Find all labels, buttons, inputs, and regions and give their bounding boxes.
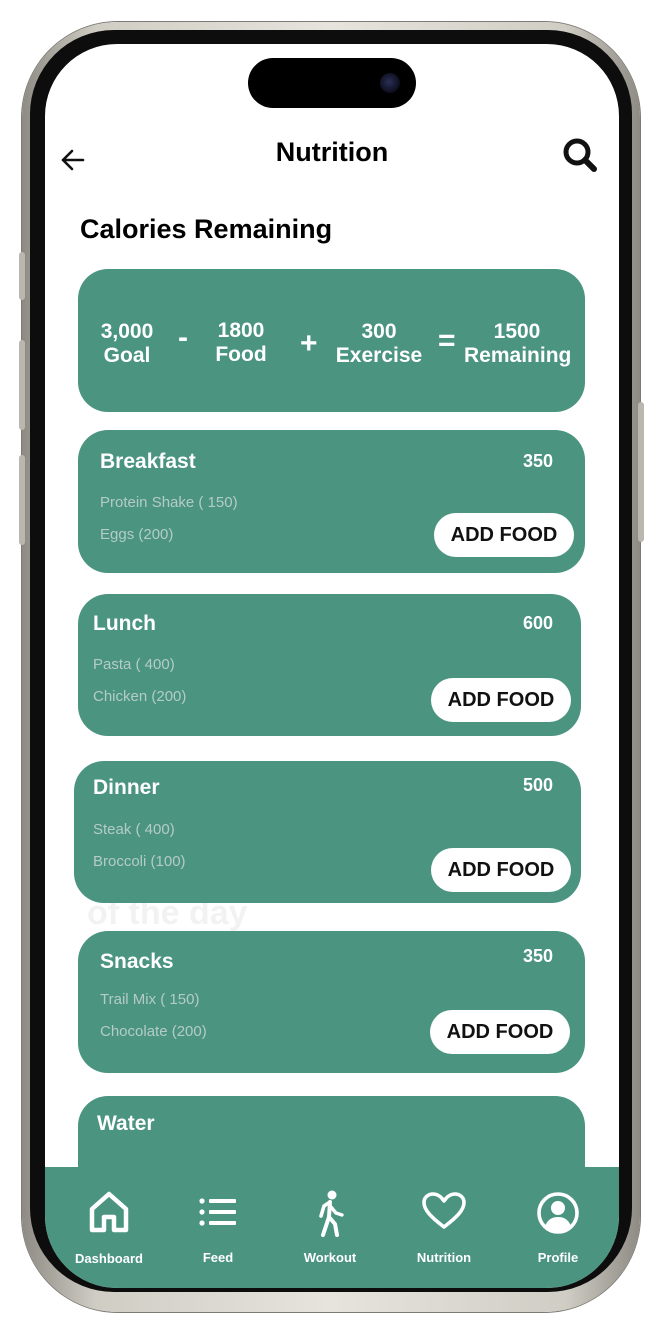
nav-label: Workout: [303, 1250, 357, 1265]
page-title: Nutrition: [275, 137, 389, 167]
meal-item: Pasta ( 400): [93, 656, 175, 673]
meal-item: Trail Mix ( 150): [100, 991, 200, 1008]
power-button: [638, 402, 644, 542]
exercise-stat: 300 Exercise: [334, 320, 424, 368]
nav-item-workout[interactable]: Workout: [275, 1167, 385, 1288]
add-food-button[interactable]: ADD FOOD: [431, 848, 571, 892]
nav-label: Feed: [202, 1250, 234, 1265]
nav-label: Nutrition: [416, 1250, 472, 1265]
add-food-button[interactable]: ADD FOOD: [434, 513, 574, 557]
action-button: [19, 252, 25, 300]
volume-down-button: [19, 455, 25, 545]
meal-item: Eggs (200): [100, 526, 174, 543]
meal-name: Dinner: [93, 776, 160, 799]
nav-item-feed[interactable]: Feed: [163, 1167, 273, 1288]
food-label: Food: [215, 343, 267, 366]
meal-item: Chicken (200): [93, 688, 187, 705]
remaining-value: 1500: [493, 320, 541, 343]
nav-label: Profile: [537, 1250, 579, 1265]
add-food-button[interactable]: ADD FOOD: [430, 1010, 570, 1054]
volume-up-button: [19, 340, 25, 430]
meal-card-breakfast: Breakfast 350 Protein Shake ( 150) Eggs …: [78, 430, 585, 573]
walking-person-icon: [319, 1190, 344, 1237]
user-circle-icon: [537, 1192, 579, 1234]
minus-operator: -: [178, 321, 188, 354]
nav-item-nutrition[interactable]: Nutrition: [389, 1167, 499, 1288]
meal-item: Chocolate (200): [100, 1023, 207, 1040]
bottom-nav-bar: Dashboard Feed Workout Nutrition Profile: [45, 1167, 619, 1288]
nav-label: Dashboard: [75, 1251, 143, 1266]
plus-operator: +: [300, 327, 318, 360]
meal-item: Steak ( 400): [93, 821, 175, 838]
meal-calories: 350: [522, 451, 553, 471]
meal-item: Broccoli (100): [93, 853, 186, 870]
remaining-label: Remaining: [464, 344, 572, 367]
meal-item: Protein Shake ( 150): [100, 494, 238, 511]
search-icon[interactable]: [561, 136, 599, 174]
remaining-stat: 1500 Remaining: [464, 320, 572, 368]
screen: Nutrition Calories Remaining 3,000 Goal …: [45, 44, 619, 1288]
equals-operator: =: [438, 324, 456, 357]
water-title: Water: [97, 1112, 155, 1135]
meal-card-lunch: Lunch 600 Pasta ( 400) Chicken (200) ADD…: [78, 594, 581, 736]
exercise-label: Exercise: [335, 344, 423, 367]
meal-name: Snacks: [100, 950, 174, 973]
meal-name: Lunch: [93, 612, 156, 635]
goal-label: Goal: [103, 344, 151, 367]
section-title: Calories Remaining: [80, 214, 333, 244]
heart-icon: [422, 1192, 466, 1229]
meal-card-dinner: Dinner 500 Steak ( 400) Broccoli (100) A…: [74, 761, 581, 903]
meal-calories: 500: [522, 775, 553, 795]
food-stat: 1800 Food: [206, 319, 276, 367]
list-icon: [199, 1198, 236, 1226]
home-icon: [89, 1191, 129, 1233]
goal-stat: 3,000 Goal: [92, 320, 162, 368]
meal-calories: 350: [522, 946, 553, 966]
nav-item-dashboard[interactable]: Dashboard: [54, 1167, 164, 1288]
exercise-value: 300: [361, 320, 397, 343]
meal-name: Breakfast: [100, 450, 196, 473]
meal-calories: 600: [522, 613, 553, 633]
camera-lens: [380, 73, 400, 93]
nav-item-profile[interactable]: Profile: [503, 1167, 613, 1288]
dynamic-island: [248, 58, 416, 108]
food-value: 1800: [217, 319, 265, 342]
meal-card-snacks: Snacks 350 Trail Mix ( 150) Chocolate (2…: [78, 931, 585, 1073]
add-food-button[interactable]: ADD FOOD: [431, 678, 571, 722]
goal-value: 3,000: [100, 320, 154, 343]
calorie-summary-card: 3,000 Goal - 1800 Food + 300 Exercise = …: [78, 269, 585, 412]
